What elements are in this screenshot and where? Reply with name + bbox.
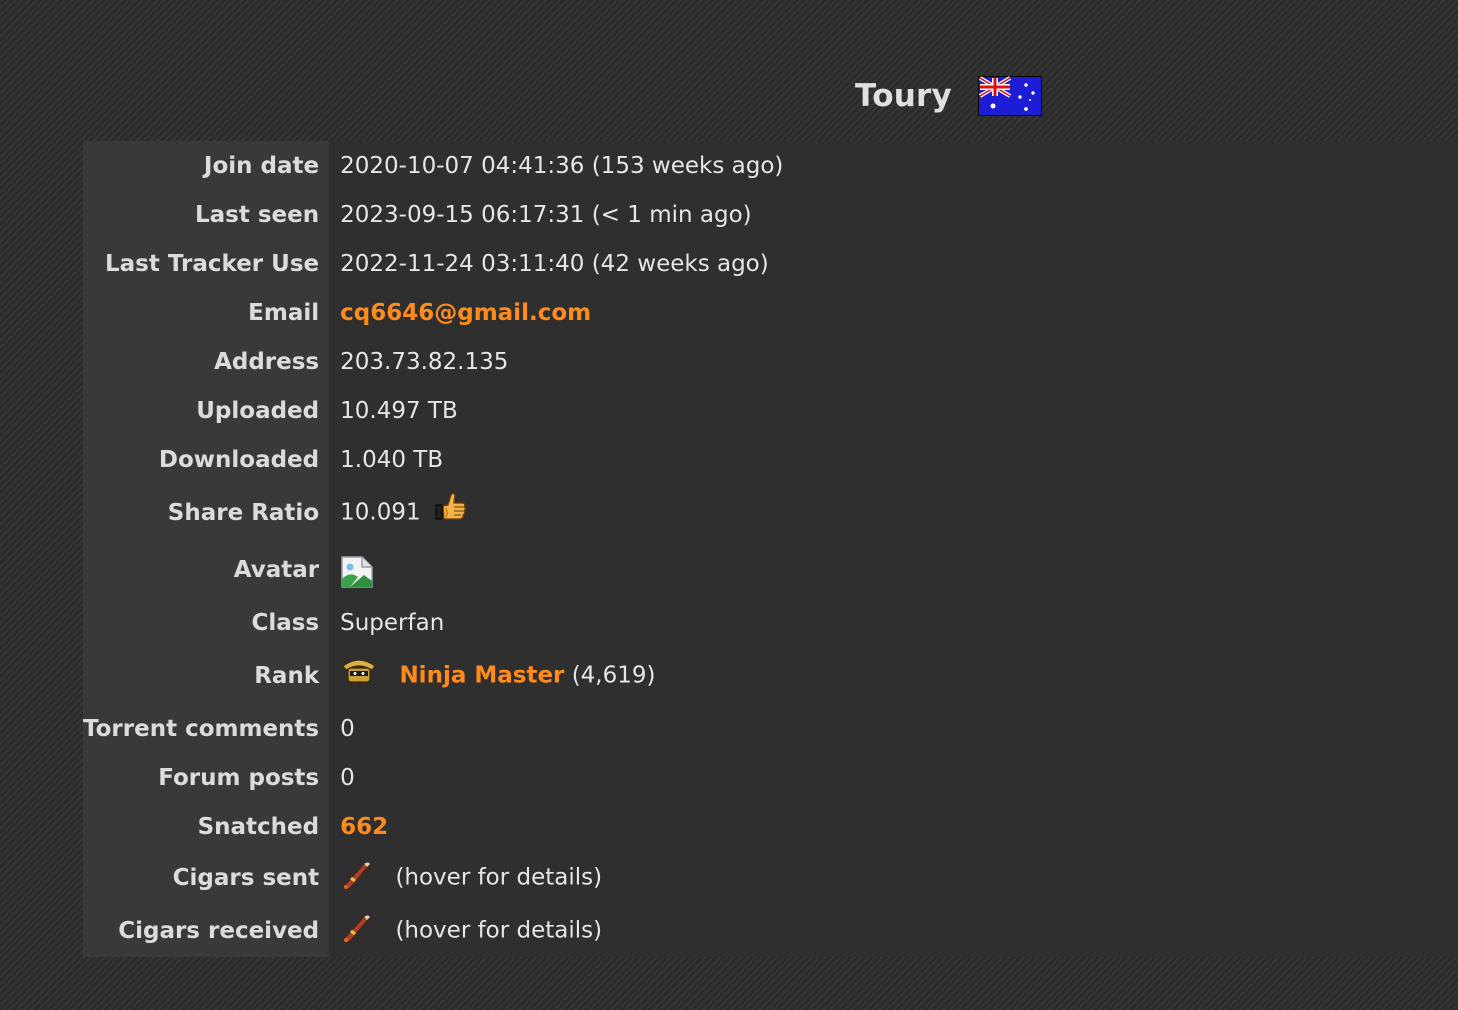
- uploaded-label: Uploaded: [83, 386, 330, 435]
- row-cigars-sent: Cigars sent (hover for details): [83, 851, 1458, 904]
- last-seen-value: 2023-09-15 06:17:31 (< 1 min ago): [329, 190, 1458, 239]
- cigar-icon: [343, 861, 371, 889]
- share-ratio-cell: 10.091: [329, 484, 1458, 541]
- email-cell: cq6646@gmail.com: [329, 288, 1458, 337]
- row-last-seen: Last seen 2023-09-15 06:17:31 (< 1 min a…: [83, 190, 1458, 239]
- join-date-value: 2020-10-07 04:41:36 (153 weeks ago): [329, 141, 1458, 190]
- row-cigars-received: Cigars received (hover for details): [83, 904, 1458, 957]
- avatar-cell: [329, 541, 1458, 598]
- share-ratio-label: Share Ratio: [83, 484, 330, 541]
- downloaded-value: 1.040 TB: [329, 435, 1458, 484]
- email-label: Email: [83, 288, 330, 337]
- profile-info-table: Join date 2020-10-07 04:41:36 (153 weeks…: [83, 141, 1458, 957]
- row-forum-posts: Forum posts 0: [83, 753, 1458, 802]
- ninja-rank-icon: [342, 658, 376, 687]
- row-avatar: Avatar: [83, 541, 1458, 598]
- torrent-comments-value: 0: [329, 704, 1458, 753]
- address-label: Address: [83, 337, 330, 386]
- row-share-ratio: Share Ratio 10.091: [83, 484, 1458, 541]
- class-label: Class: [83, 598, 330, 647]
- torrent-comments-label: Torrent comments: [83, 704, 330, 753]
- row-class: Class Superfan: [83, 598, 1458, 647]
- row-last-tracker-use: Last Tracker Use 2022-11-24 03:11:40 (42…: [83, 239, 1458, 288]
- forum-posts-value: 0: [329, 753, 1458, 802]
- row-uploaded: Uploaded 10.497 TB: [83, 386, 1458, 435]
- rank-cell: Ninja Master (4,619): [329, 647, 1458, 704]
- username-title: Toury: [855, 78, 952, 114]
- cigars-received-cell[interactable]: (hover for details): [329, 904, 1458, 957]
- snatched-cell: 662: [329, 802, 1458, 851]
- cigars-received-label: Cigars received: [83, 904, 330, 957]
- avatar-label: Avatar: [83, 541, 330, 598]
- join-date-label: Join date: [83, 141, 330, 190]
- rank-name-link[interactable]: Ninja Master: [399, 662, 564, 688]
- row-torrent-comments: Torrent comments 0: [83, 704, 1458, 753]
- address-value: 203.73.82.135: [329, 337, 1458, 386]
- rank-label: Rank: [83, 647, 330, 704]
- profile-header: Toury: [855, 74, 1042, 118]
- cigars-received-value: (hover for details): [395, 917, 603, 943]
- broken-image-icon: [341, 555, 373, 588]
- thumbs-up-icon: [435, 492, 467, 520]
- forum-posts-label: Forum posts: [83, 753, 330, 802]
- row-address: Address 203.73.82.135: [83, 337, 1458, 386]
- row-downloaded: Downloaded 1.040 TB: [83, 435, 1458, 484]
- last-tracker-use-value: 2022-11-24 03:11:40 (42 weeks ago): [329, 239, 1458, 288]
- class-value: Superfan: [329, 598, 1458, 647]
- email-link[interactable]: cq6646@gmail.com: [340, 300, 591, 326]
- cigar-icon: [343, 914, 371, 942]
- share-ratio-value: 10.091: [340, 499, 421, 525]
- cigars-sent-cell[interactable]: (hover for details): [329, 851, 1458, 904]
- snatched-link[interactable]: 662: [340, 814, 388, 840]
- last-tracker-use-label: Last Tracker Use: [83, 239, 330, 288]
- uploaded-value: 10.497 TB: [329, 386, 1458, 435]
- row-snatched: Snatched 662: [83, 802, 1458, 851]
- last-seen-label: Last seen: [83, 190, 330, 239]
- rank-points: (4,619): [571, 662, 656, 688]
- row-rank: Rank Ninja Master (4,619): [83, 647, 1458, 704]
- snatched-label: Snatched: [83, 802, 330, 851]
- downloaded-label: Downloaded: [83, 435, 330, 484]
- cigars-sent-value: (hover for details): [395, 864, 603, 890]
- row-join-date: Join date 2020-10-07 04:41:36 (153 weeks…: [83, 141, 1458, 190]
- row-email: Email cq6646@gmail.com: [83, 288, 1458, 337]
- cigars-sent-label: Cigars sent: [83, 851, 330, 904]
- australia-flag-icon: [977, 76, 1042, 116]
